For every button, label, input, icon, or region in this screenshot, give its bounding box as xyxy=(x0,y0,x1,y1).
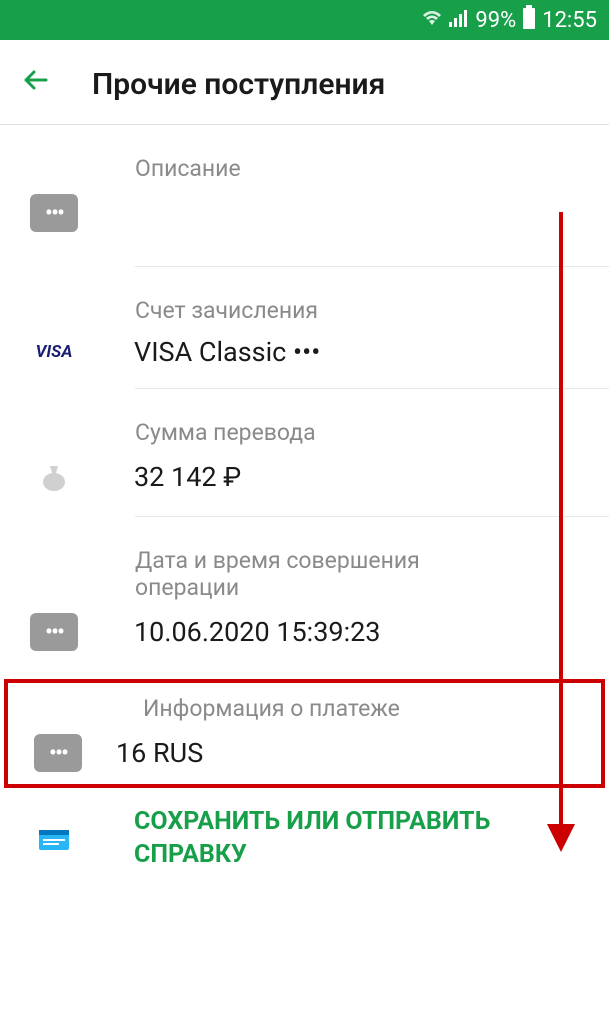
status-icons: 99% 12:55 xyxy=(421,5,597,35)
money-bag-icon xyxy=(30,458,78,496)
amount-label: Сумма перевода xyxy=(0,389,609,458)
header: Прочие поступления xyxy=(0,40,609,125)
save-receipt-button[interactable]: СОХРАНИТЬ ИЛИ ОТПРАВИТЬ СПРАВКУ xyxy=(0,792,609,875)
highlight-annotation: Информация о платеже ••• 16 RUS xyxy=(4,679,605,788)
battery-percent: 99% xyxy=(475,8,516,33)
datetime-row: ••• 10.06.2020 15:39:23 xyxy=(0,613,609,671)
visa-icon: VISA xyxy=(30,342,78,362)
back-arrow-icon[interactable] xyxy=(20,64,52,104)
amount-value: 32 142 ₽ xyxy=(134,461,241,493)
payment-info-row: ••• 16 RUS xyxy=(8,734,601,784)
dots-icon: ••• xyxy=(45,201,63,225)
clock-time: 12:55 xyxy=(542,8,597,33)
description-label: Описание xyxy=(0,125,609,194)
dots-icon: ••• xyxy=(49,741,67,765)
signal-icon xyxy=(449,8,469,33)
save-receipt-label: СОХРАНИТЬ ИЛИ ОТПРАВИТЬ СПРАВКУ xyxy=(134,806,609,871)
wifi-icon xyxy=(421,8,443,33)
payment-info-value: 16 RUS xyxy=(116,737,203,769)
dots-icon: ••• xyxy=(45,620,63,644)
page-title: Прочие поступления xyxy=(92,67,385,102)
content: Описание ••• Счет зачисления VISA VISA C… xyxy=(0,125,609,875)
amount-row: 32 142 ₽ xyxy=(0,458,609,516)
account-label: Счет зачисления xyxy=(0,267,609,336)
receipt-icon xyxy=(30,824,78,854)
account-value: VISA Classic ••• xyxy=(134,336,320,368)
status-bar: 99% 12:55 xyxy=(0,0,609,40)
account-row: VISA VISA Classic ••• xyxy=(0,336,609,388)
payment-info-label: Информация о платеже xyxy=(8,683,601,734)
payment-info-icon: ••• xyxy=(34,734,82,772)
datetime-label: Дата и время совершения операции xyxy=(0,517,609,613)
datetime-icon: ••• xyxy=(30,613,78,651)
description-row: ••• xyxy=(0,194,609,266)
battery-icon xyxy=(522,5,536,35)
datetime-value: 10.06.2020 15:39:23 xyxy=(134,616,380,648)
description-icon: ••• xyxy=(30,194,78,232)
